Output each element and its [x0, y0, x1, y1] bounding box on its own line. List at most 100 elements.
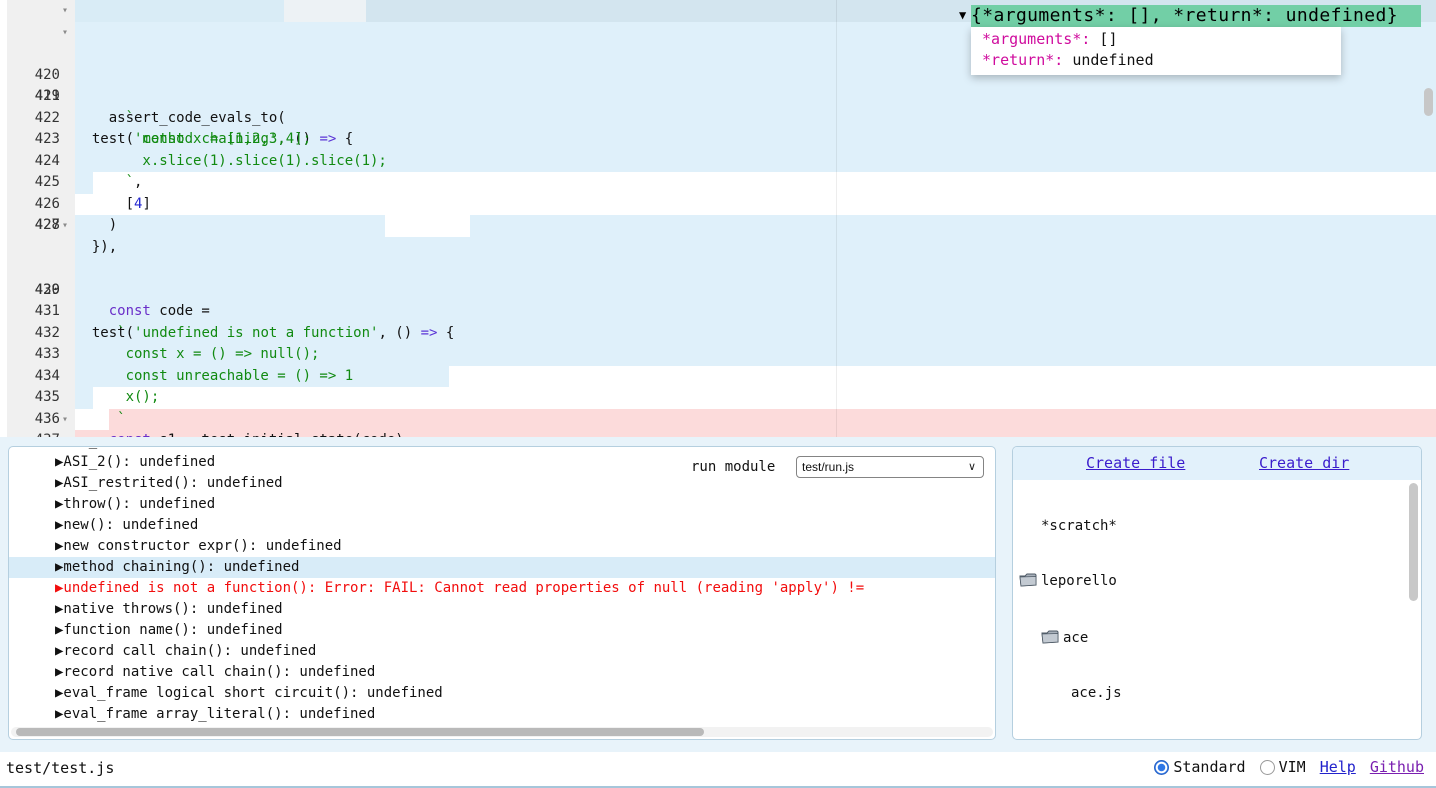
test-result-item[interactable]: ▶eval_frame array_literal(): undefined — [9, 704, 995, 725]
code-line[interactable]: 428 — [0, 194, 1436, 216]
folder-icon — [1041, 630, 1059, 644]
code-line[interactable]: 423 x.slice(1).slice(1).slice(1); — [0, 86, 1436, 108]
code-string: ` — [75, 323, 126, 345]
line-number[interactable]: 432 — [7, 323, 60, 345]
test-result-item-selected[interactable]: ▶method chaining(): undefined — [9, 557, 995, 578]
code-line[interactable]: 430 const code = — [0, 237, 1436, 259]
file-tree-folder[interactable]: ace — [1013, 626, 1421, 651]
code-string: ` — [75, 409, 126, 431]
code-line[interactable]: 427 }), — [0, 172, 1436, 194]
file-tree-folder[interactable]: leporello — [1013, 569, 1421, 594]
line-number[interactable]: 430 — [7, 280, 60, 302]
file-tree-item[interactable]: ext-searchbox.js — [1013, 736, 1421, 740]
code-line[interactable]: 431 ` — [0, 258, 1436, 280]
keybinding-vim-option[interactable]: VIM — [1260, 758, 1306, 776]
file-label: ace.js — [1071, 683, 1122, 704]
code-string: const unreachable = () => 1 — [75, 366, 353, 388]
line-number[interactable]: 428 — [7, 215, 60, 237]
code-string: 'undefined is not a function' — [134, 325, 378, 341]
radio-selected-icon[interactable] — [1154, 760, 1169, 775]
code-line[interactable]: 432 const x = () => null(); — [0, 280, 1436, 302]
test-result-item[interactable]: ▶function name(): undefined — [9, 620, 995, 641]
files-vertical-scrollbar[interactable] — [1409, 483, 1418, 601]
test-result-item-failed[interactable]: ▶undefined is not a function(): Error: F… — [9, 578, 995, 599]
tooltip-row[interactable]: *return*: undefined — [973, 50, 1341, 71]
code-string: x.slice(1).slice(1).slice(1); — [75, 151, 387, 173]
results-horizontal-scrollbar[interactable] — [11, 727, 993, 737]
current-file-path: test/test.js — [6, 759, 114, 777]
status-bar: test/test.js Standard VIM Help Github — [0, 752, 1436, 786]
code-text: ) — [75, 215, 117, 237]
test-result-item[interactable]: ▶new(): undefined — [9, 515, 995, 536]
line-number[interactable]: 437 — [7, 430, 60, 437]
tooltip-header[interactable]: {*arguments*: [], *return*: undefined} — [971, 5, 1421, 27]
line-number[interactable]: 435 — [7, 387, 60, 409]
line-number[interactable]: 421 — [7, 86, 60, 108]
code-line[interactable]: 429 ▾ test('undefined is not a function'… — [0, 215, 1436, 237]
create-file-link[interactable]: Create file — [1086, 454, 1185, 472]
test-result-item[interactable]: ▶record call chain(): undefined — [9, 641, 995, 662]
code-editor[interactable]: 419 ▾ test('method chaining', () => { 42… — [0, 0, 1436, 437]
code-arrow: => — [319, 131, 336, 147]
fold-arrow-icon[interactable]: ▾ — [62, 22, 68, 44]
line-number[interactable]: 423 — [7, 129, 60, 151]
tooltip-row[interactable]: *arguments*: [] — [973, 29, 1341, 50]
expand-triangle-icon[interactable]: ▼ — [959, 8, 966, 22]
test-result-item[interactable]: ▶new constructor expr(): undefined — [9, 536, 995, 557]
line-number[interactable]: 425 — [7, 172, 60, 194]
line-number[interactable]: 434 — [7, 366, 60, 388]
test-result-item[interactable]: ▶eval_frame logical short circuit(): und… — [9, 683, 995, 704]
file-tree-item[interactable]: ace.js — [1013, 683, 1421, 704]
help-link[interactable]: Help — [1320, 758, 1356, 776]
code-string: const x = [1,2,3,4]; — [75, 129, 311, 151]
test-result-item[interactable]: ▶throw(): undefined — [9, 494, 995, 515]
folder-label: ace — [1063, 626, 1088, 651]
file-tree: *scratch* leporello ace ace.js ext-searc… — [1013, 484, 1421, 740]
folder-icon — [1019, 573, 1037, 587]
create-dir-link[interactable]: Create dir — [1259, 454, 1349, 472]
fold-arrow-icon[interactable]: ▾ — [62, 409, 68, 431]
code-string: const x = () => null(); — [75, 344, 319, 366]
code-text: { — [336, 131, 353, 147]
code-text: , — [134, 174, 142, 190]
tooltip-body: *arguments*: [] *return*: undefined — [971, 27, 1341, 75]
code-text: code = — [151, 303, 210, 319]
line-number[interactable]: 431 — [7, 301, 60, 323]
code-line[interactable]: 437 // TODO fix error messages — [0, 387, 1436, 409]
tooltip-key: *arguments*: — [973, 30, 1090, 48]
code-keyword: const — [75, 303, 151, 319]
fold-arrow-icon[interactable]: ▾ — [62, 0, 68, 22]
standard-label: Standard — [1173, 758, 1245, 776]
code-keyword: const — [75, 432, 151, 437]
github-link[interactable]: Github — [1370, 758, 1424, 776]
file-tree-item[interactable]: *scratch* — [1013, 516, 1421, 537]
value-inspector-popup[interactable]: ▼ {*arguments*: [], *return*: undefined}… — [971, 5, 1421, 75]
line-number[interactable]: 420 — [7, 65, 60, 87]
chevron-down-icon: ∨ — [968, 457, 976, 477]
code-text: { — [437, 325, 454, 341]
code-line[interactable]: 438 ▾ assert_equal( — [0, 409, 1436, 431]
line-number[interactable]: 436 — [7, 409, 60, 431]
keybinding-standard-option[interactable]: Standard — [1154, 758, 1245, 776]
test-results-panel: ▶ASI_1(): undefined ▶ASI_2(): undefined … — [8, 446, 996, 740]
test-results-list: ▶ASI_1(): undefined ▶ASI_2(): undefined … — [9, 446, 995, 725]
code-text: }), — [75, 237, 117, 259]
radio-unselected-icon[interactable] — [1260, 760, 1275, 775]
print-margin-line — [836, 0, 837, 437]
scrollbar-thumb[interactable] — [16, 728, 704, 736]
editor-vertical-scrollbar[interactable] — [1424, 88, 1433, 116]
run-module-select[interactable]: test/run.js ∨ — [796, 456, 984, 478]
file-browser-header: Create file Create dir — [1013, 447, 1421, 480]
run-module-selected-value: test/run.js — [802, 460, 854, 474]
test-result-item[interactable]: ▶record native call chain(): undefined — [9, 662, 995, 683]
line-number[interactable]: 424 — [7, 151, 60, 173]
fold-arrow-icon[interactable]: ▾ — [62, 215, 68, 237]
code-line[interactable]: 433 const unreachable = () => 1 — [0, 301, 1436, 323]
line-number[interactable]: 426 — [7, 194, 60, 216]
code-text: [ — [75, 196, 134, 212]
line-number[interactable]: 422 — [7, 108, 60, 130]
status-bar-controls: Standard VIM Help Github — [1154, 758, 1424, 776]
line-number[interactable]: 433 — [7, 344, 60, 366]
test-result-item[interactable]: ▶native throws(): undefined — [9, 599, 995, 620]
file-browser-panel: Create file Create dir *scratch* leporel… — [1012, 446, 1422, 740]
